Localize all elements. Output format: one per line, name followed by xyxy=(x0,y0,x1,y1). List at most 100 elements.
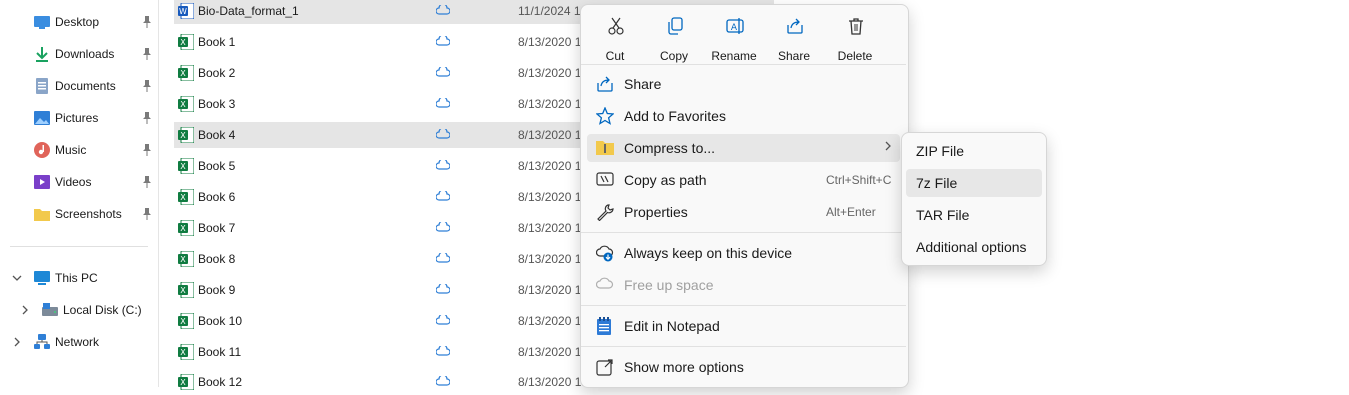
pin-icon[interactable] xyxy=(142,80,152,92)
wrench-icon xyxy=(596,203,614,222)
menu-item-label: Always keep on this device xyxy=(624,245,793,261)
rename-button[interactable]: A Rename xyxy=(704,13,764,63)
cut-button[interactable]: Cut xyxy=(585,13,645,63)
svg-text:W: W xyxy=(179,7,187,16)
pin-icon[interactable] xyxy=(142,176,152,188)
star-icon xyxy=(595,106,615,125)
menu-item-label: Properties xyxy=(624,204,688,220)
menu-item-compress-to[interactable]: Compress to... xyxy=(587,134,900,162)
shortcut-text: Alt+Enter xyxy=(826,205,876,219)
pin-icon[interactable] xyxy=(142,112,152,124)
svg-text:X: X xyxy=(180,378,186,387)
delete-button[interactable]: Delete xyxy=(825,13,885,63)
cloud-icon xyxy=(435,374,451,387)
menu-item-share[interactable]: Share xyxy=(587,70,900,98)
nav-item-screenshots[interactable]: Screenshots xyxy=(0,201,158,227)
desktop-icon xyxy=(34,14,50,30)
path-icon xyxy=(596,171,614,189)
menu-item-label: Add to Favorites xyxy=(624,108,726,124)
cloud-icon xyxy=(435,158,451,171)
share-button[interactable]: Share xyxy=(764,13,824,63)
pin-icon[interactable] xyxy=(142,208,152,220)
menu-item-label: Copy as path xyxy=(624,172,707,188)
file-date: 8/13/2020 1: xyxy=(518,128,585,142)
notepad-icon xyxy=(596,317,614,335)
excel-file-icon: X xyxy=(178,281,195,299)
svg-text:X: X xyxy=(180,317,186,326)
cloud-icon xyxy=(435,251,451,264)
word-file-icon: W xyxy=(178,2,195,20)
nav-label: Videos xyxy=(55,175,92,189)
nav-item-downloads[interactable]: Downloads xyxy=(0,41,158,67)
submenu-item-7z[interactable]: 7z File xyxy=(906,169,1042,197)
file-name: Book 11 xyxy=(198,345,242,359)
menu-separator xyxy=(581,346,906,347)
nav-item-videos[interactable]: Videos xyxy=(0,169,158,195)
compress-submenu: ZIP File 7z File TAR File Additional opt… xyxy=(901,132,1047,266)
copy-button[interactable]: Copy xyxy=(644,13,704,63)
menu-item-always-keep[interactable]: Always keep on this device xyxy=(587,239,900,267)
share-icon xyxy=(596,75,614,93)
nav-label: Downloads xyxy=(55,47,115,61)
excel-file-icon: X xyxy=(178,219,195,237)
menu-item-label: Edit in Notepad xyxy=(624,318,720,334)
submenu-item-tar[interactable]: TAR File xyxy=(906,201,1042,229)
nav-item-this-pc[interactable]: This PC xyxy=(0,265,158,291)
menu-item-properties[interactable]: Properties Alt+Enter xyxy=(587,198,900,226)
submenu-item-label: ZIP File xyxy=(916,143,964,159)
file-name: Book 4 xyxy=(198,128,236,142)
nav-item-documents[interactable]: Documents xyxy=(0,73,158,99)
chevron-right-icon[interactable] xyxy=(20,305,30,315)
network-icon xyxy=(34,334,50,350)
excel-file-icon: X xyxy=(178,157,195,175)
submenu-item-label: TAR File xyxy=(916,207,970,223)
chevron-down-icon[interactable] xyxy=(12,273,22,283)
submenu-item-additional-options[interactable]: Additional options xyxy=(906,233,1042,261)
menu-item-edit-in-notepad[interactable]: Edit in Notepad xyxy=(587,312,900,340)
svg-text:A: A xyxy=(731,23,738,33)
nav-item-network[interactable]: Network xyxy=(0,329,158,355)
nav-item-desktop[interactable]: Desktop xyxy=(0,9,158,35)
menu-item-label: Share xyxy=(624,76,662,92)
submenu-item-label: Additional options xyxy=(916,239,1027,255)
drive-icon xyxy=(42,302,58,318)
rename-label: Rename xyxy=(711,49,757,63)
menu-separator xyxy=(581,305,906,306)
submenu-item-zip[interactable]: ZIP File xyxy=(906,137,1042,165)
file-name: Bio-Data_format_1 xyxy=(198,4,299,18)
svg-text:X: X xyxy=(180,193,186,202)
pin-icon[interactable] xyxy=(142,48,152,60)
file-date: 8/13/2020 1: xyxy=(518,190,585,204)
menu-item-label: Free up space xyxy=(624,277,714,293)
file-date: 8/13/2020 1: xyxy=(518,252,585,266)
downloads-icon xyxy=(34,46,50,62)
cloud-download-icon xyxy=(595,244,614,262)
file-date: 8/13/2020 1: xyxy=(518,283,585,297)
pin-icon[interactable] xyxy=(142,144,152,156)
documents-icon xyxy=(34,78,50,94)
scissors-icon xyxy=(607,17,625,35)
nav-item-pictures[interactable]: Pictures xyxy=(0,105,158,131)
menu-separator xyxy=(581,64,906,65)
chevron-right-icon[interactable] xyxy=(12,337,22,347)
file-name: Book 3 xyxy=(198,97,236,111)
file-name: Book 7 xyxy=(198,221,236,235)
svg-text:X: X xyxy=(180,255,186,264)
share-label: Share xyxy=(777,49,811,63)
nav-item-music[interactable]: Music xyxy=(0,137,158,163)
nav-label: Local Disk (C:) xyxy=(63,303,142,317)
menu-item-copy-as-path[interactable]: Copy as path Ctrl+Shift+C xyxy=(587,166,900,194)
file-name: Book 8 xyxy=(198,252,236,266)
file-date: 8/13/2020 1: xyxy=(518,66,585,80)
menu-item-label: Show more options xyxy=(624,359,744,375)
menu-item-show-more-options[interactable]: Show more options xyxy=(587,353,900,381)
cloud-icon xyxy=(435,3,451,16)
file-name: Book 5 xyxy=(198,159,236,173)
context-menu: Cut Copy A Rename Share Delete Share Add… xyxy=(580,4,909,388)
menu-item-label: Compress to... xyxy=(624,140,716,156)
cloud-icon xyxy=(435,220,451,233)
share-icon xyxy=(786,17,804,35)
pin-icon[interactable] xyxy=(142,16,152,28)
nav-item-local-disk[interactable]: Local Disk (C:) xyxy=(0,297,158,323)
menu-item-add-to-favorites[interactable]: Add to Favorites xyxy=(587,102,900,130)
